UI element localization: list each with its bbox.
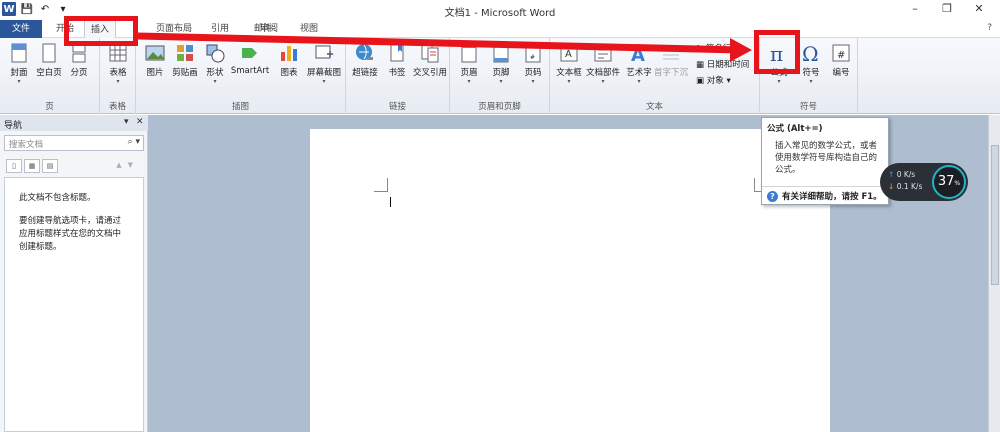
red-arrow xyxy=(137,32,752,62)
